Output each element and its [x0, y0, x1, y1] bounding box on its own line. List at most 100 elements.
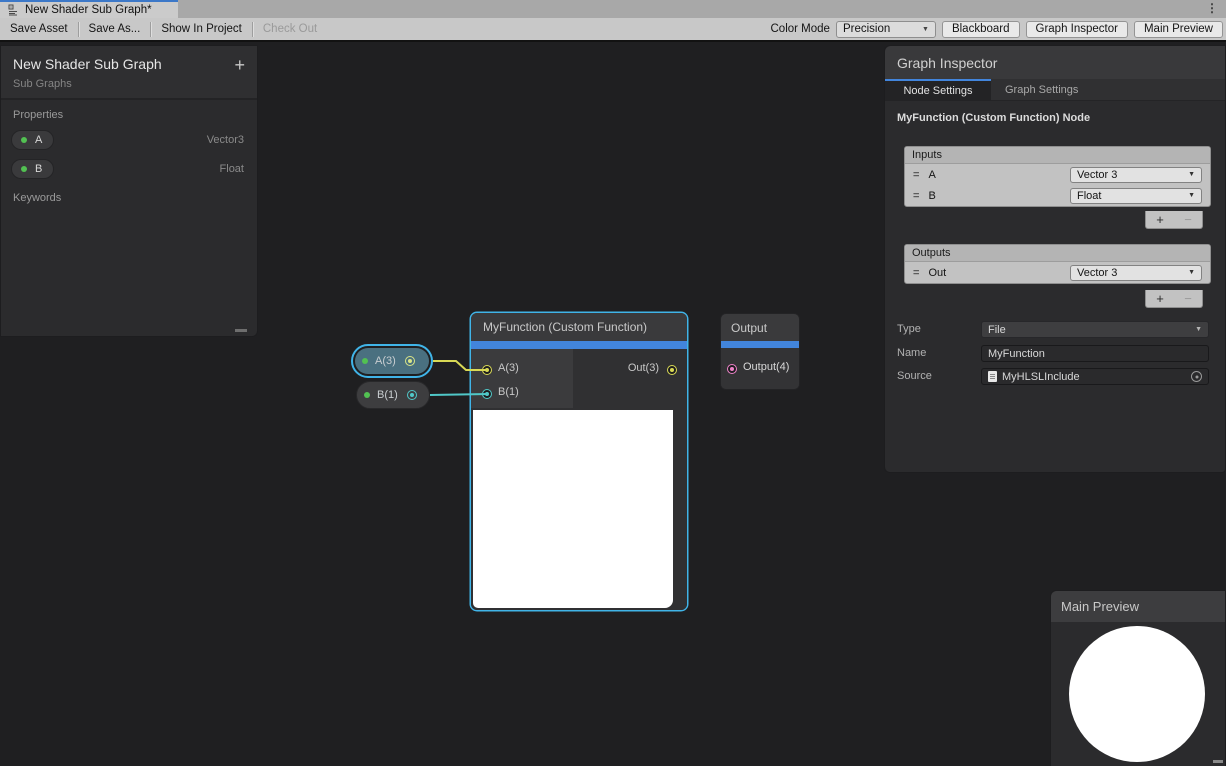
- blackboard-resize-handle[interactable]: [235, 329, 247, 332]
- inputs-list-header: Inputs: [905, 147, 1210, 164]
- function-name-input[interactable]: MyFunction: [981, 345, 1209, 362]
- add-output-button[interactable]: +: [1146, 290, 1174, 307]
- node-output-column: [573, 349, 687, 408]
- keywords-section-header: Keywords: [1, 183, 257, 208]
- node-input-column: [471, 349, 573, 408]
- output-port-out[interactable]: [667, 365, 677, 375]
- input-port-a[interactable]: [482, 365, 492, 375]
- add-input-button[interactable]: +: [1146, 211, 1174, 228]
- save-as-button[interactable]: Save As...: [79, 18, 151, 40]
- output-type-dropdown[interactable]: Vector 3 ▼: [1070, 265, 1202, 281]
- output-node[interactable]: Output Output(4): [720, 313, 800, 390]
- graph-toolbar: Save Asset Save As... Show In Project Ch…: [0, 18, 1226, 40]
- node-precision-bar: [721, 341, 799, 348]
- node-precision-bar: [471, 341, 687, 349]
- color-mode-dropdown[interactable]: Precision ▼: [836, 21, 936, 38]
- input-name: A: [928, 169, 935, 181]
- save-asset-button[interactable]: Save Asset: [0, 18, 78, 40]
- drag-handle-icon[interactable]: =: [913, 267, 919, 279]
- output-type-value: Vector 3: [1077, 267, 1117, 279]
- node-title: MyFunction (Custom Function): [471, 313, 687, 341]
- source-value: MyHLSLInclude: [1002, 371, 1080, 383]
- input-name: B: [928, 190, 935, 202]
- object-picker-icon[interactable]: [1191, 371, 1202, 382]
- property-name: B: [35, 163, 42, 175]
- preview-resize-handle[interactable]: [1213, 760, 1223, 763]
- blackboard-title: New Shader Sub Graph: [13, 56, 245, 72]
- chevron-down-icon: ▼: [922, 26, 929, 33]
- property-node-a-output-port[interactable]: [405, 356, 415, 366]
- outputs-list-header: Outputs: [905, 245, 1210, 262]
- inputs-row-b[interactable]: = B Float ▼: [905, 185, 1210, 206]
- property-type: Float: [220, 163, 244, 175]
- property-node-b-output-port[interactable]: [407, 390, 417, 400]
- toolbar-right-group: Color Mode Precision ▼ Blackboard Graph …: [771, 21, 1226, 38]
- main-preview-title: Main Preview: [1051, 591, 1225, 622]
- input-type-value: Float: [1077, 190, 1101, 202]
- name-field-label: Name: [897, 347, 926, 359]
- tab-graph-settings[interactable]: Graph Settings: [991, 79, 1092, 101]
- output-node-port-label: Output(4): [743, 361, 789, 373]
- inputs-list: Inputs = A Vector 3 ▼ = B Float ▼: [904, 146, 1211, 207]
- type-field-label: Type: [897, 323, 921, 335]
- node-preview-surface: [473, 410, 673, 608]
- tab-title: New Shader Sub Graph*: [25, 4, 152, 16]
- show-in-project-button[interactable]: Show In Project: [151, 18, 252, 40]
- graph-document-tab[interactable]: New Shader Sub Graph*: [0, 0, 178, 18]
- chevron-down-icon: ▼: [1188, 269, 1195, 276]
- type-dropdown[interactable]: File ▼: [981, 321, 1209, 338]
- remove-input-button: −: [1174, 211, 1202, 228]
- property-node-a-label: A(3): [375, 355, 396, 367]
- graph-inspector-toggle-button[interactable]: Graph Inspector: [1026, 21, 1128, 38]
- chevron-down-icon: ▼: [1188, 171, 1195, 178]
- add-property-button[interactable]: +: [234, 56, 245, 74]
- blackboard-subtitle: Sub Graphs: [13, 78, 245, 90]
- inspected-node-title: MyFunction (Custom Function) Node: [885, 101, 1225, 135]
- function-name-value: MyFunction: [988, 348, 1045, 360]
- input-type-dropdown[interactable]: Vector 3 ▼: [1070, 167, 1202, 183]
- tab-node-settings[interactable]: Node Settings: [885, 79, 991, 101]
- output-port-out-label: Out(3): [628, 362, 659, 374]
- main-preview-toggle-button[interactable]: Main Preview: [1134, 21, 1223, 38]
- source-object-field[interactable]: MyHLSLInclude: [981, 368, 1209, 385]
- input-port-b-label: B(1): [498, 386, 519, 398]
- hlsl-file-icon: [988, 371, 997, 382]
- drag-handle-icon[interactable]: =: [913, 169, 919, 181]
- output-name: Out: [928, 267, 946, 279]
- property-node-a[interactable]: A(3): [351, 344, 433, 378]
- property-dot-icon: [364, 392, 370, 398]
- input-type-value: Vector 3: [1077, 169, 1117, 181]
- output-node-title: Output: [721, 314, 799, 341]
- inputs-row-a[interactable]: = A Vector 3 ▼: [905, 164, 1210, 185]
- color-mode-value: Precision: [843, 23, 890, 35]
- property-dot-icon: [362, 358, 368, 364]
- window-tab-strip: New Shader Sub Graph* ⋮: [0, 0, 1226, 18]
- inputs-list-footer: + −: [1145, 211, 1203, 229]
- remove-output-button: −: [1174, 290, 1202, 307]
- blackboard-panel: New Shader Sub Graph Sub Graphs + Proper…: [0, 45, 258, 337]
- input-port-b[interactable]: [482, 389, 492, 399]
- graph-inspector-panel: Graph Inspector Node Settings Graph Sett…: [884, 45, 1226, 473]
- preview-sphere: [1069, 626, 1205, 762]
- property-node-b[interactable]: B(1): [356, 381, 430, 409]
- property-row-b: B Float: [1, 154, 257, 183]
- chevron-down-icon: ▼: [1195, 326, 1202, 333]
- input-port-a-label: A(3): [498, 362, 519, 374]
- outputs-list-footer: + −: [1145, 290, 1203, 308]
- property-type: Vector3: [207, 134, 244, 146]
- properties-section-header: Properties: [1, 100, 257, 125]
- custom-function-node[interactable]: MyFunction (Custom Function) A(3) B(1) O…: [471, 313, 687, 610]
- property-name: A: [35, 134, 42, 146]
- type-value: File: [988, 324, 1006, 336]
- property-pill-b[interactable]: B: [11, 159, 54, 179]
- output-node-input-port[interactable]: [727, 364, 737, 374]
- blackboard-toggle-button[interactable]: Blackboard: [942, 21, 1020, 38]
- check-out-button: Check Out: [253, 18, 327, 40]
- outputs-row-out[interactable]: = Out Vector 3 ▼: [905, 262, 1210, 283]
- drag-handle-icon[interactable]: =: [913, 190, 919, 202]
- input-type-dropdown[interactable]: Float ▼: [1070, 188, 1202, 204]
- property-pill-a[interactable]: A: [11, 130, 54, 150]
- main-preview-panel: Main Preview: [1050, 590, 1226, 766]
- source-field-label: Source: [897, 370, 932, 382]
- overflow-menu-icon[interactable]: ⋮: [1206, 1, 1218, 15]
